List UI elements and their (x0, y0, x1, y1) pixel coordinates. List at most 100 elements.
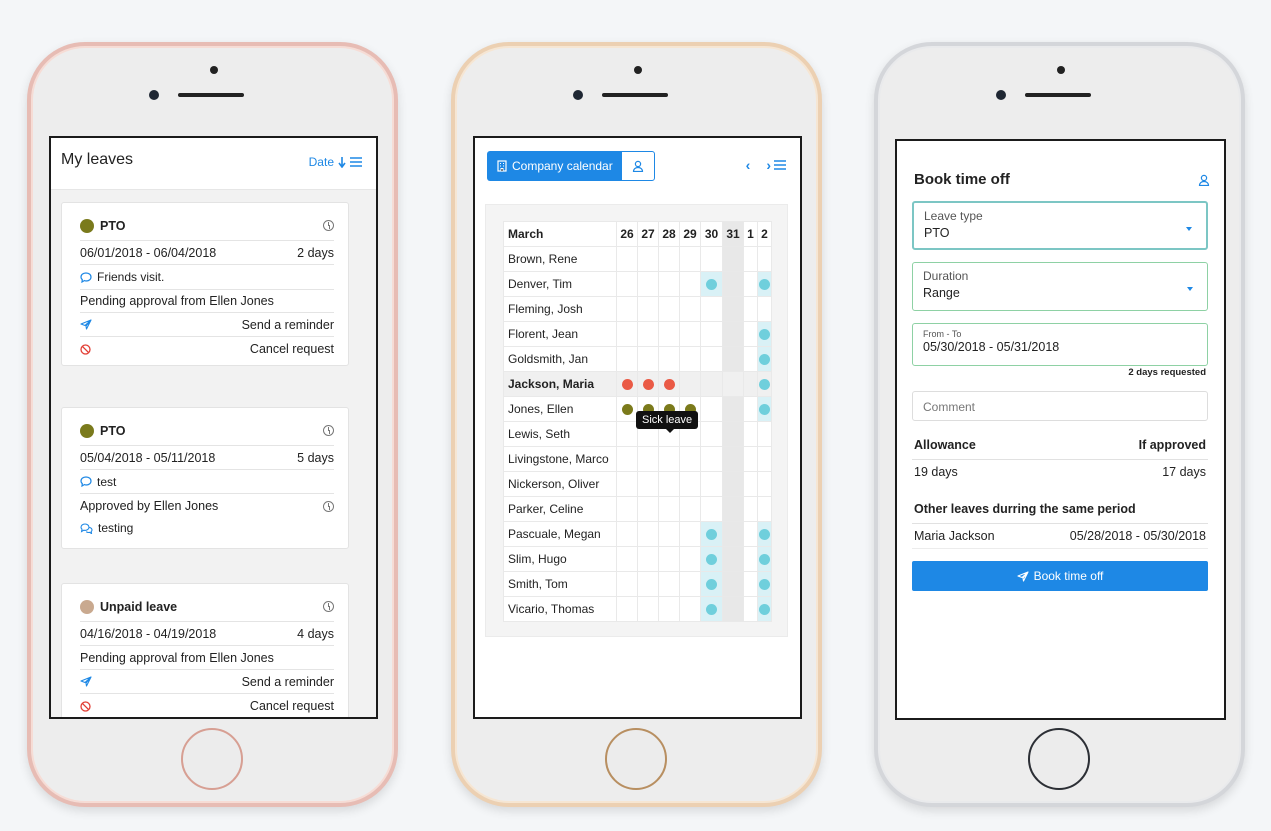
day-cell[interactable] (658, 296, 680, 322)
calendar-row[interactable]: Vicario, Thomas (503, 596, 772, 622)
day-cell[interactable] (679, 471, 701, 497)
day-cell[interactable] (679, 546, 701, 572)
day-cell[interactable] (679, 346, 701, 372)
leave-dot[interactable] (759, 279, 770, 291)
day-cell[interactable] (679, 446, 701, 472)
sick-leave-dot[interactable] (621, 379, 633, 391)
day-cell[interactable] (679, 596, 701, 622)
leave-dot[interactable] (706, 529, 717, 541)
day-cell[interactable] (757, 571, 772, 597)
day-cell[interactable] (658, 521, 680, 547)
leave-type-select[interactable]: Leave type PTO (912, 201, 1208, 250)
day-cell[interactable] (679, 571, 701, 597)
day-cell[interactable] (616, 546, 638, 572)
leave-dot[interactable] (706, 279, 717, 291)
day-cell[interactable] (700, 321, 723, 347)
home-button[interactable] (1028, 728, 1090, 790)
leave-card[interactable]: Unpaid leave 04/16/2018 - 04/19/2018 4 d… (61, 583, 349, 717)
leave-dot[interactable] (759, 529, 770, 541)
company-calendar-button[interactable]: Company calendar (487, 151, 621, 181)
day-cell[interactable] (700, 546, 723, 572)
day-cell[interactable] (616, 571, 638, 597)
calendar-row[interactable]: Brown, Rene (503, 246, 772, 272)
day-cell[interactable] (722, 246, 744, 272)
day-cell[interactable] (658, 446, 680, 472)
day-cell[interactable] (700, 471, 723, 497)
leave-dot[interactable] (759, 554, 770, 566)
calendar-row[interactable]: Fleming, Josh (503, 296, 772, 322)
day-cell[interactable] (757, 546, 772, 572)
day-cell[interactable] (757, 596, 772, 622)
day-cell[interactable] (743, 521, 758, 547)
day-cell[interactable] (616, 596, 638, 622)
day-cell[interactable] (637, 571, 659, 597)
day-cell[interactable] (743, 296, 758, 322)
day-cell[interactable] (722, 471, 744, 497)
leave-dot[interactable] (759, 404, 770, 416)
day-cell[interactable] (658, 346, 680, 372)
day-cell[interactable] (616, 246, 638, 272)
day-cell[interactable] (637, 346, 659, 372)
day-cell[interactable] (658, 471, 680, 497)
day-cell[interactable] (757, 346, 772, 372)
day-cell[interactable] (679, 496, 701, 522)
day-cell[interactable] (658, 496, 680, 522)
day-cell[interactable] (637, 596, 659, 622)
calendar-row[interactable]: Jackson, Maria (503, 371, 772, 397)
day-cell[interactable] (700, 296, 723, 322)
day-cell[interactable] (700, 496, 723, 522)
day-cell[interactable] (637, 546, 659, 572)
day-cell[interactable] (722, 371, 744, 397)
leave-dot[interactable] (706, 579, 717, 591)
calendar-row[interactable]: Pascuale, Megan (503, 521, 772, 547)
user-icon[interactable] (1198, 174, 1210, 186)
day-cell[interactable] (637, 321, 659, 347)
calendar-row[interactable]: Smith, Tom (503, 571, 772, 597)
leave-dot[interactable] (759, 354, 770, 366)
day-cell[interactable] (616, 296, 638, 322)
day-cell[interactable] (679, 321, 701, 347)
chevron-left-icon[interactable]: ‹ (746, 157, 751, 173)
day-cell[interactable] (722, 446, 744, 472)
day-cell[interactable] (722, 496, 744, 522)
calendar-row[interactable]: Denver, Tim (503, 271, 772, 297)
day-cell[interactable] (757, 371, 772, 397)
day-cell[interactable] (743, 596, 758, 622)
day-cell[interactable] (743, 546, 758, 572)
leave-dot[interactable] (759, 329, 770, 341)
sick-leave-dot[interactable] (663, 379, 675, 391)
day-cell[interactable] (658, 571, 680, 597)
day-cell[interactable] (757, 496, 772, 522)
day-cell[interactable] (722, 596, 744, 622)
day-cell[interactable] (658, 321, 680, 347)
day-cell[interactable] (743, 496, 758, 522)
day-cell[interactable] (637, 521, 659, 547)
day-cell[interactable] (743, 471, 758, 497)
duration-select[interactable]: Duration Range (912, 262, 1208, 311)
day-cell[interactable] (722, 296, 744, 322)
day-cell[interactable] (722, 521, 744, 547)
day-cell[interactable] (700, 446, 723, 472)
day-cell[interactable] (743, 421, 758, 447)
calendar-row[interactable]: Goldsmith, Jan (503, 346, 772, 372)
day-cell[interactable] (658, 596, 680, 622)
day-cell[interactable] (757, 421, 772, 447)
day-cell[interactable] (757, 521, 772, 547)
day-cell[interactable] (757, 246, 772, 272)
day-cell[interactable] (722, 321, 744, 347)
day-cell[interactable] (658, 546, 680, 572)
calendar-row[interactable]: Slim, Hugo (503, 546, 772, 572)
day-cell[interactable] (722, 346, 744, 372)
day-cell[interactable] (637, 296, 659, 322)
menu-lines-icon[interactable] (350, 157, 362, 167)
calendar-row[interactable]: Nickerson, Oliver (503, 471, 772, 497)
day-cell[interactable] (743, 246, 758, 272)
day-cell[interactable] (700, 371, 723, 397)
day-cell[interactable] (757, 296, 772, 322)
calendar-row[interactable]: Florent, Jean (503, 321, 772, 347)
menu-lines-icon[interactable] (774, 160, 786, 170)
day-cell[interactable] (743, 346, 758, 372)
day-cell[interactable] (658, 371, 680, 397)
my-calendar-button[interactable] (620, 151, 655, 181)
sort-by-date-button[interactable]: Date (309, 155, 362, 169)
